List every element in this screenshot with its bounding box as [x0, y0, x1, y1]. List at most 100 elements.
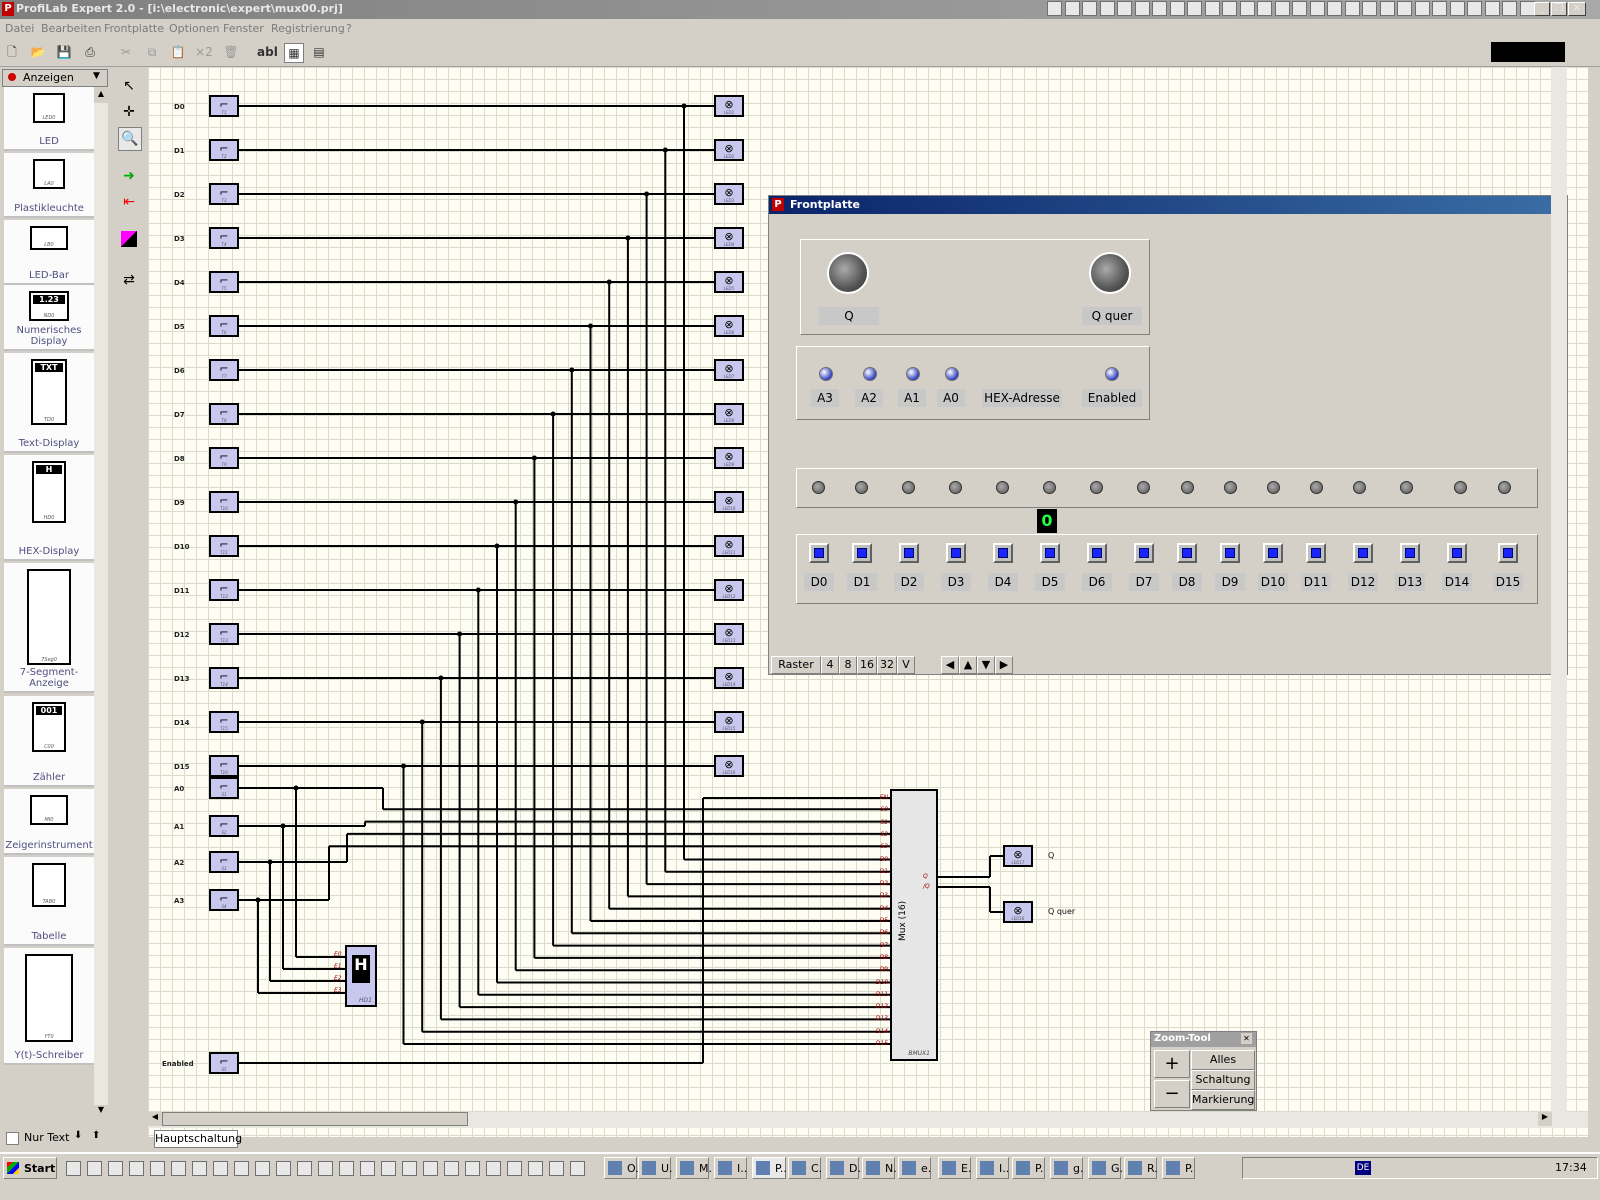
menu-datei[interactable]: Datei	[5, 22, 34, 35]
taskbar-task[interactable]: e.	[898, 1157, 931, 1179]
data-button-d12[interactable]	[1353, 543, 1373, 563]
library-item-9[interactable]: TAB0 Tabelle	[4, 857, 94, 946]
zoom-alles-button[interactable]: Alles	[1191, 1050, 1255, 1070]
quick-launch-icon[interactable]	[444, 1161, 459, 1176]
cut-icon[interactable]: ✂	[117, 43, 135, 61]
zoom-in-button[interactable]: +	[1154, 1050, 1190, 1078]
quick-launch-icon[interactable]	[360, 1161, 375, 1176]
quick-launch-icon[interactable]	[1274, 1, 1290, 16]
arrow-left-icon[interactable]: ⇤	[118, 191, 140, 213]
quick-launch-icon[interactable]	[1309, 1, 1325, 16]
led-d0[interactable]: ⊗ LED1	[714, 95, 744, 117]
taskbar-task[interactable]: P.	[1162, 1157, 1195, 1179]
data-button-d10[interactable]	[1263, 543, 1283, 563]
switch-d1[interactable]: ⌐ T2	[209, 139, 239, 161]
arrow-up-icon[interactable]: ⬆	[92, 1130, 100, 1141]
taskbar-task[interactable]: O.	[604, 1157, 639, 1179]
quick-launch-icon[interactable]	[1432, 1, 1447, 16]
taskbar-task[interactable]: G.	[1088, 1157, 1123, 1179]
led-d10[interactable]: ⊗ LED11	[714, 535, 744, 557]
data-button-d0[interactable]	[809, 543, 829, 563]
zoom-icon[interactable]: 🔍	[118, 127, 142, 151]
quick-launch-icon[interactable]	[570, 1161, 585, 1176]
quick-launch-icon[interactable]	[1397, 1, 1412, 16]
switch-d0[interactable]: ⌐ T1	[209, 95, 239, 117]
raster-option[interactable]: 8	[839, 656, 857, 674]
quick-launch-icon[interactable]	[402, 1161, 417, 1176]
switch-d15[interactable]: ⌐ T16	[209, 755, 239, 777]
quick-launch-icon[interactable]	[1292, 1, 1307, 16]
arrow-right-icon[interactable]: ▶	[995, 656, 1013, 674]
output-led-0[interactable]: ⊗ LED17	[1003, 845, 1033, 867]
hex-display-component[interactable]: H HD1	[345, 945, 377, 1007]
scroll-left-icon[interactable]: ◀	[148, 1112, 162, 1126]
quick-launch-icon[interactable]	[1414, 1, 1430, 16]
nur-text-checkbox[interactable]	[6, 1132, 19, 1145]
switch-d11[interactable]: ⌐ T12	[209, 579, 239, 601]
open-folder-icon[interactable]: 📂	[29, 43, 47, 61]
data-button-d4[interactable]	[993, 543, 1013, 563]
address-switch-a1[interactable]: ⌐ S2	[209, 815, 239, 837]
quick-launch-icon[interactable]	[1484, 1, 1500, 16]
library-item-8[interactable]: MI0 Zeigerinstrument	[4, 789, 94, 855]
quick-launch-icon[interactable]	[339, 1161, 354, 1176]
zoom-markierung-button[interactable]: Markierung	[1191, 1090, 1255, 1110]
tab-hauptschaltung[interactable]: Hauptschaltung	[154, 1130, 242, 1148]
arrow-right-icon[interactable]: ➜	[118, 165, 140, 187]
text-tool-button[interactable]: abl	[257, 43, 278, 61]
color-icon[interactable]	[118, 231, 140, 253]
quick-launch-icon[interactable]	[213, 1161, 228, 1176]
language-indicator[interactable]: DE	[1355, 1161, 1371, 1175]
library-item-5[interactable]: H HD0 HEX-Display	[4, 455, 94, 561]
menu-help[interactable]: ?	[346, 22, 352, 35]
restore-button[interactable]: ❐	[1551, 2, 1567, 16]
quick-launch-icon[interactable]	[1502, 1, 1517, 16]
canvas-hscroll[interactable]: ◀ ▶	[148, 1112, 1588, 1128]
canvas-vscroll[interactable]	[1551, 67, 1567, 1112]
raster-option[interactable]: 4	[821, 656, 839, 674]
quick-launch-icon[interactable]	[1519, 1, 1535, 16]
library-item-10[interactable]: YT0 Y(t)-Schreiber	[4, 948, 94, 1065]
led-d1[interactable]: ⊗ LED2	[714, 139, 744, 161]
data-button-d13[interactable]	[1400, 543, 1420, 563]
enabled-switch[interactable]: ⌐ S5	[209, 1052, 239, 1074]
led-d15[interactable]: ⊗ LED16	[714, 755, 744, 777]
library-item-6[interactable]: 7Seg0 7-Segment-Anzeige	[4, 563, 94, 693]
data-button-d6[interactable]	[1087, 543, 1107, 563]
quick-launch-icon[interactable]	[1379, 1, 1395, 16]
led-d14[interactable]: ⊗ LED15	[714, 711, 744, 733]
raster-option[interactable]: V	[897, 656, 915, 674]
quick-launch-icon[interactable]	[1449, 1, 1465, 16]
library-item-1[interactable]: LA0 Plastikleuchte	[4, 153, 94, 218]
switch-d10[interactable]: ⌐ T11	[209, 535, 239, 557]
raster-option[interactable]: 32	[877, 656, 897, 674]
quick-launch-icon[interactable]	[1134, 1, 1150, 16]
led-d13[interactable]: ⊗ LED14	[714, 667, 744, 689]
library-item-4[interactable]: TXT TD0 Text-Display	[4, 353, 94, 453]
quick-launch-icon[interactable]	[1152, 1, 1167, 16]
quick-launch-icon[interactable]	[486, 1161, 501, 1176]
scroll-right-icon[interactable]: ▶	[1538, 1112, 1552, 1126]
quick-launch-icon[interactable]	[1204, 1, 1220, 16]
print-icon[interactable]: ⎙	[81, 43, 99, 61]
quick-launch-icon[interactable]	[1239, 1, 1255, 16]
quick-launch-icon[interactable]	[507, 1161, 522, 1176]
data-button-d1[interactable]	[852, 543, 872, 563]
library-item-0[interactable]: LED0 LED	[4, 87, 94, 151]
taskbar-task[interactable]: E.	[938, 1157, 971, 1179]
quick-launch-icon[interactable]	[171, 1161, 186, 1176]
panel-icon[interactable]: ▤	[310, 43, 328, 61]
quick-launch-icon[interactable]	[423, 1161, 438, 1176]
grid-icon[interactable]: ▦	[284, 43, 304, 63]
taskbar-task[interactable]: P..	[752, 1157, 787, 1179]
switch-d4[interactable]: ⌐ T5	[209, 271, 239, 293]
close-icon[interactable]: ✕	[1241, 1033, 1252, 1044]
arrow-left-icon[interactable]: ◀	[941, 656, 959, 674]
quick-launch-icon[interactable]	[129, 1161, 144, 1176]
menu-fenster[interactable]: Fenster	[223, 22, 264, 35]
library-scrollbar[interactable]: ▲ ▼	[94, 89, 108, 1119]
led-d9[interactable]: ⊗ LED10	[714, 491, 744, 513]
quick-launch-icon[interactable]	[255, 1161, 270, 1176]
menu-registrierung[interactable]: Registrierung	[271, 22, 345, 35]
crosshair-icon[interactable]: ✛	[118, 101, 140, 123]
